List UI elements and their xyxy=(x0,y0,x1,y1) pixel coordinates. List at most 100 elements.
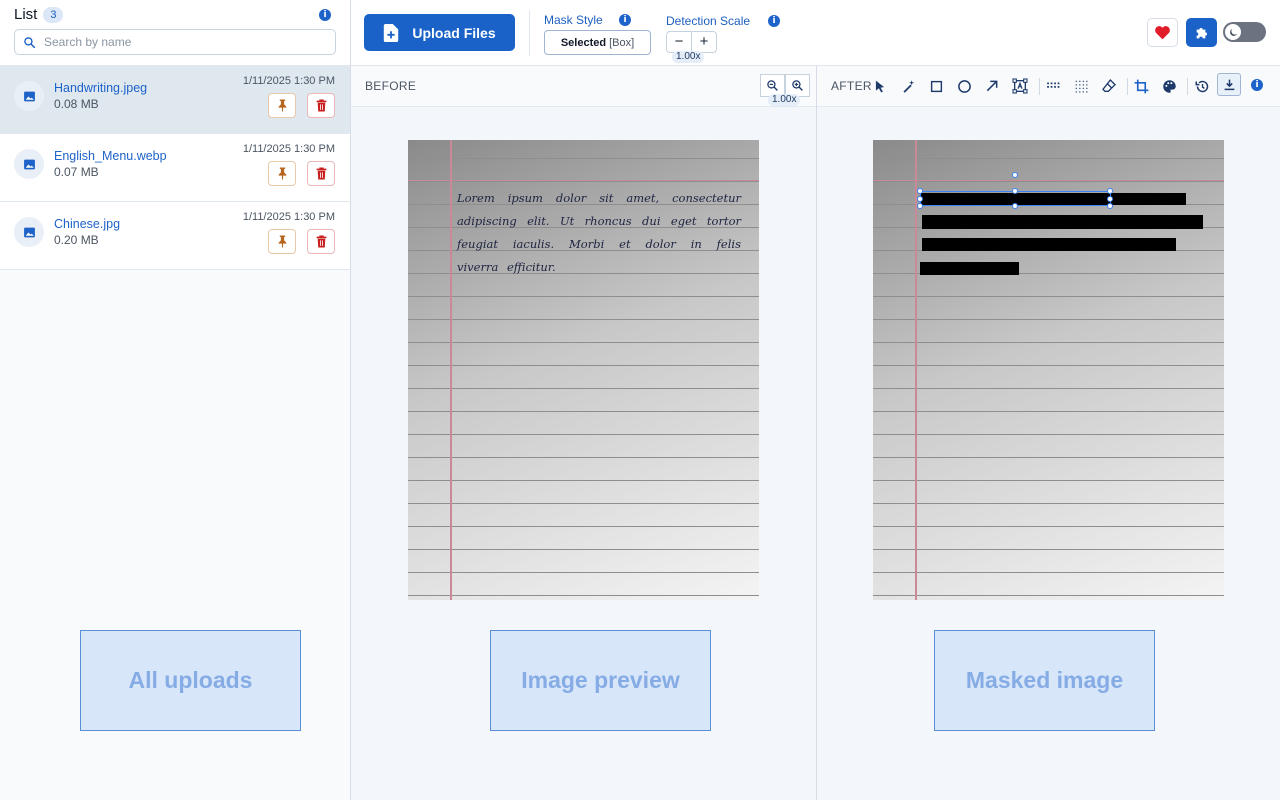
ellipse-tool[interactable] xyxy=(954,76,974,96)
pin-icon xyxy=(278,235,286,248)
detection-scale-plus-button[interactable]: + xyxy=(692,32,716,52)
crop-tool[interactable] xyxy=(1131,76,1151,96)
extension-button[interactable] xyxy=(1186,18,1217,47)
resize-handle[interactable] xyxy=(917,203,923,209)
eraser-tool[interactable] xyxy=(1099,76,1119,96)
color-tool[interactable] xyxy=(1159,76,1179,96)
mask-style-info-icon[interactable]: i xyxy=(619,14,631,26)
upload-files-label: Upload Files xyxy=(412,24,496,41)
favorite-button[interactable] xyxy=(1147,18,1178,47)
file-name[interactable]: Handwriting.jpeg xyxy=(54,81,147,95)
file-list-sidebar: List 3 i Handwriting.jpeg 0.08 MB 1/11/202… xyxy=(0,0,351,800)
pin-button[interactable] xyxy=(268,93,296,118)
file-size: 0.07 MB xyxy=(54,165,99,179)
pixelate-tool[interactable] xyxy=(1043,76,1063,96)
delete-button[interactable] xyxy=(307,229,335,254)
file-date: 1/11/2025 1:30 PM xyxy=(242,75,335,87)
file-name[interactable]: Chinese.jpg xyxy=(54,217,120,231)
resize-handle[interactable] xyxy=(917,196,923,202)
mask-box[interactable] xyxy=(922,215,1203,229)
pane-divider xyxy=(816,66,817,800)
file-list-item[interactable]: English_Menu.webp 0.07 MB 1/11/2025 1:30 P… xyxy=(0,134,350,202)
detection-scale-value: 1.00x xyxy=(672,51,705,63)
before-title: BEFORE xyxy=(365,79,417,93)
file-thumbnail xyxy=(14,217,44,247)
resize-handle[interactable] xyxy=(1107,203,1113,209)
pin-button[interactable] xyxy=(268,229,296,254)
image-preview-label: Image preview xyxy=(490,630,711,731)
handwriting-text: Lorem ipsum dolor sit amet, consectetur … xyxy=(457,191,741,274)
list-title: List 3 xyxy=(14,6,64,23)
tool-separator xyxy=(1187,78,1188,95)
file-list-item[interactable]: Handwriting.jpeg 0.08 MB 1/11/2025 1:30 PM xyxy=(0,66,350,134)
text-box-icon xyxy=(1012,78,1028,94)
mask-style-select[interactable]: Selected [Box] xyxy=(544,30,651,55)
zoom-level: 1.00x xyxy=(768,94,801,106)
mask-box[interactable] xyxy=(922,238,1176,251)
rectangle-tool[interactable] xyxy=(926,76,946,96)
tool-separator xyxy=(1039,78,1040,95)
resize-handle[interactable] xyxy=(1012,203,1018,209)
history-button[interactable] xyxy=(1192,76,1212,96)
file-thumbnail xyxy=(14,149,44,179)
puzzle-icon xyxy=(1196,27,1207,38)
detection-scale-label: Detection Scale xyxy=(666,14,751,28)
blur-icon xyxy=(1075,80,1088,93)
upload-files-button[interactable]: Upload Files xyxy=(364,14,515,51)
trash-icon xyxy=(316,167,326,180)
resize-handle[interactable] xyxy=(1012,188,1018,194)
file-name[interactable]: English_Menu.webp xyxy=(54,149,167,163)
detection-scale-stepper: − + xyxy=(666,31,717,53)
resize-handle[interactable] xyxy=(1107,188,1113,194)
image-preview: Lorem ipsum dolor sit amet, consectetur … xyxy=(408,140,759,600)
detection-scale-info-icon[interactable]: i xyxy=(768,15,780,27)
zoom-out-icon xyxy=(767,80,778,91)
detection-scale-minus-button[interactable]: − xyxy=(667,32,692,52)
file-size: 0.08 MB xyxy=(54,97,99,111)
resize-handle[interactable] xyxy=(1107,196,1113,202)
blur-tool[interactable] xyxy=(1071,76,1091,96)
pin-button[interactable] xyxy=(268,161,296,186)
mask-box[interactable] xyxy=(920,262,1019,275)
masked-image xyxy=(873,140,1224,600)
search-box[interactable] xyxy=(14,29,336,55)
magic-wand-icon xyxy=(903,79,914,93)
delete-button[interactable] xyxy=(307,93,335,118)
rotate-handle[interactable] xyxy=(1012,172,1018,178)
auto-detect-tool[interactable] xyxy=(898,76,918,96)
text-tool[interactable] xyxy=(1010,76,1030,96)
masked-image-label: Masked image xyxy=(934,630,1155,731)
arrow-icon xyxy=(986,80,998,92)
after-pane-header: AFTER i xyxy=(817,66,1280,107)
pin-icon xyxy=(278,167,286,180)
file-size: 0.20 MB xyxy=(54,233,99,247)
resize-handle[interactable] xyxy=(917,188,923,194)
download-button[interactable] xyxy=(1217,73,1241,96)
image-icon xyxy=(23,91,35,101)
list-header: List 3 i xyxy=(0,0,350,66)
rectangle-icon xyxy=(930,80,942,92)
eraser-icon xyxy=(1102,78,1116,92)
delete-button[interactable] xyxy=(307,161,335,186)
after-title: AFTER xyxy=(831,79,872,93)
toolbar-divider xyxy=(529,10,530,56)
arrow-tool[interactable] xyxy=(982,76,1002,96)
image-icon xyxy=(23,159,35,169)
select-tool[interactable] xyxy=(870,76,890,96)
search-input[interactable] xyxy=(44,35,314,49)
mask-style-selected: Selected xyxy=(560,36,607,49)
pin-icon xyxy=(278,99,286,112)
after-info-icon[interactable]: i xyxy=(1251,79,1263,91)
tool-separator xyxy=(1127,78,1128,95)
trash-icon xyxy=(316,99,326,112)
pixelate-icon xyxy=(1047,82,1060,88)
theme-toggle[interactable] xyxy=(1223,22,1266,42)
all-uploads-label: All uploads xyxy=(80,630,301,731)
list-title-text: List xyxy=(14,6,38,23)
info-icon[interactable]: i xyxy=(319,9,331,21)
file-list-item[interactable]: Chinese.jpg 0.20 MB 1/11/2025 1:30 PM xyxy=(0,202,350,270)
download-icon xyxy=(1224,79,1234,91)
top-toolbar: Upload Files Mask Style i Selected [Box]… xyxy=(351,0,1280,66)
before-pane-header: BEFORE 1.00x xyxy=(351,66,816,107)
palette-icon xyxy=(1162,79,1176,93)
